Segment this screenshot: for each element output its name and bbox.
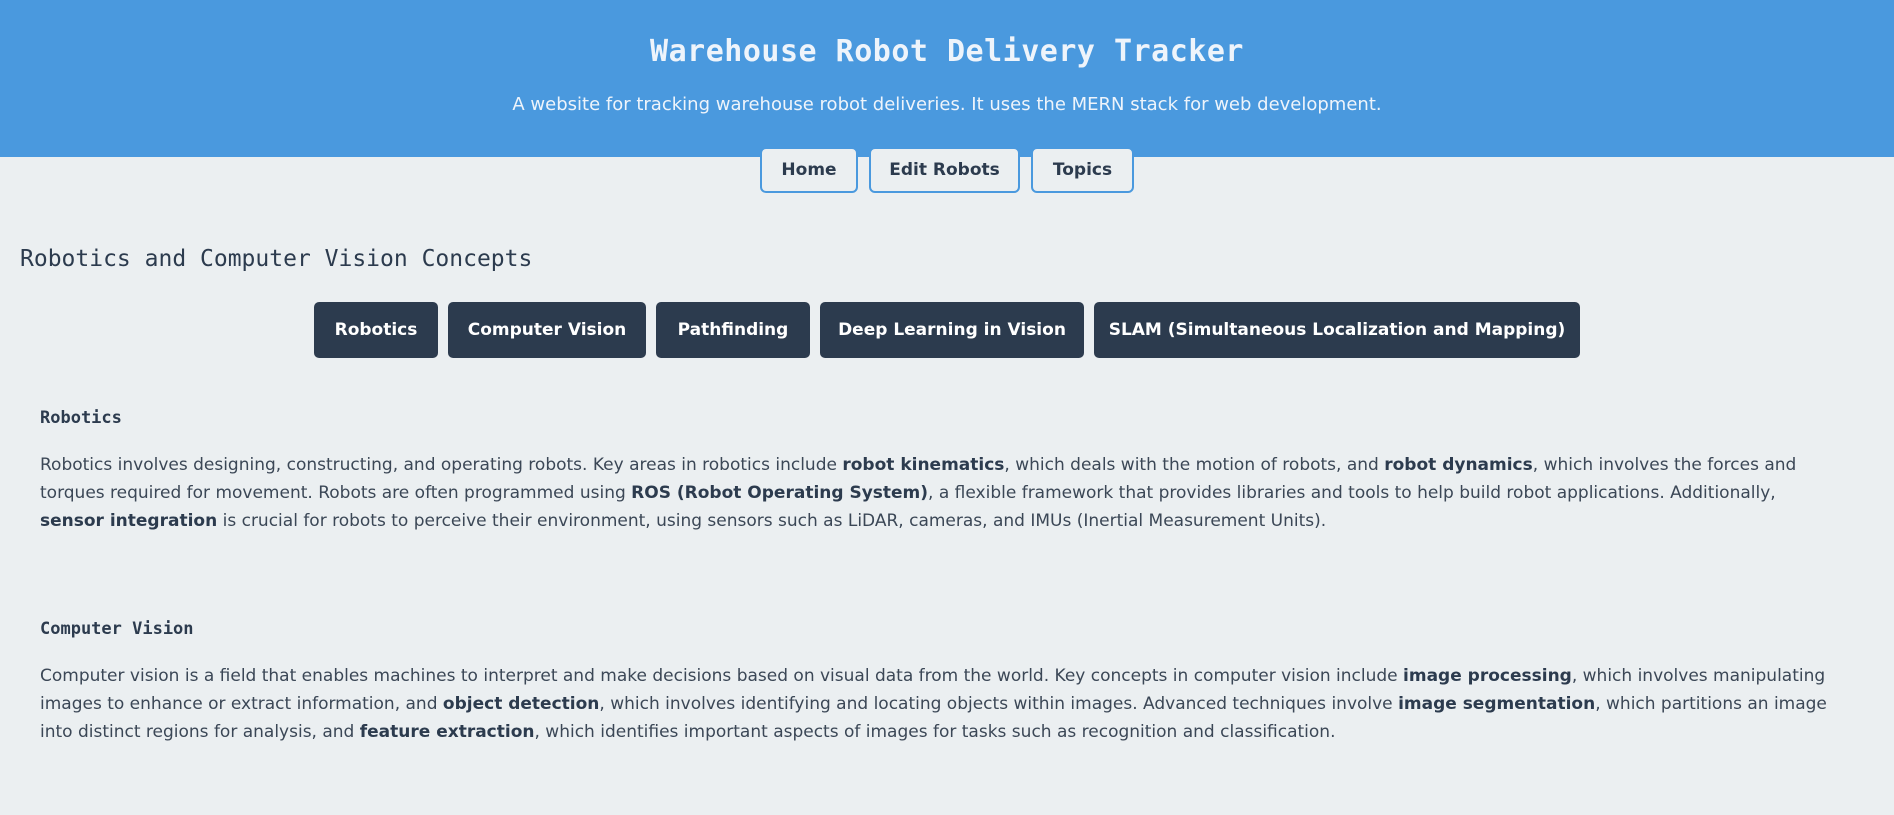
body-text: , which involves identifying and locatin… — [599, 694, 1399, 714]
body-text: Robotics involves designing, constructin… — [40, 455, 843, 475]
body-text: , a flexible framework that provides lib… — [928, 483, 1776, 503]
nav-home-button[interactable]: Home — [760, 147, 858, 193]
topic-pathfinding-button[interactable]: Pathfinding — [656, 302, 810, 358]
site-title: Warehouse Robot Delivery Tracker — [650, 34, 1244, 69]
nav-topics-button[interactable]: Topics — [1031, 147, 1134, 193]
main-nav: Home Edit Robots Topics — [0, 147, 1894, 193]
body-text: is crucial for robots to perceive their … — [217, 511, 1327, 531]
site-header: Warehouse Robot Delivery Tracker A websi… — [0, 0, 1894, 157]
key-term: ROS (Robot Operating System) — [631, 483, 929, 503]
key-term: sensor integration — [40, 511, 218, 531]
body-text: , which deals with the motion of robots,… — [1004, 455, 1385, 475]
nav-edit-robots-button[interactable]: Edit Robots — [869, 147, 1020, 193]
key-term: image processing — [1403, 666, 1572, 686]
computer-vision-section: Computer Vision Computer vision is a fie… — [40, 619, 1840, 746]
key-term: object detection — [442, 694, 600, 714]
key-term: robot dynamics — [1384, 455, 1533, 475]
section-body: Computer vision is a field that enables … — [40, 662, 1840, 746]
topic-slam-button[interactable]: SLAM (Simultaneous Localization and Mapp… — [1094, 302, 1580, 358]
section-body: Robotics involves designing, constructin… — [40, 451, 1840, 535]
body-text: Computer vision is a field that enables … — [40, 666, 1404, 686]
topic-button-row: Robotics Computer Vision Pathfinding Dee… — [0, 302, 1894, 358]
topic-computer-vision-button[interactable]: Computer Vision — [448, 302, 646, 358]
key-term: feature extraction — [359, 722, 535, 742]
site-subtitle: A website for tracking warehouse robot d… — [512, 94, 1382, 115]
topic-deep-learning-button[interactable]: Deep Learning in Vision — [820, 302, 1084, 358]
key-term: image segmentation — [1398, 694, 1596, 714]
body-text: , which identifies important aspects of … — [534, 722, 1336, 742]
key-term: robot kinematics — [842, 455, 1005, 475]
topic-robotics-button[interactable]: Robotics — [314, 302, 438, 358]
section-heading: Computer Vision — [40, 619, 194, 639]
section-heading: Robotics — [40, 408, 122, 428]
robotics-section: Robotics Robotics involves designing, co… — [40, 408, 1840, 535]
page-title: Robotics and Computer Vision Concepts — [20, 246, 533, 272]
